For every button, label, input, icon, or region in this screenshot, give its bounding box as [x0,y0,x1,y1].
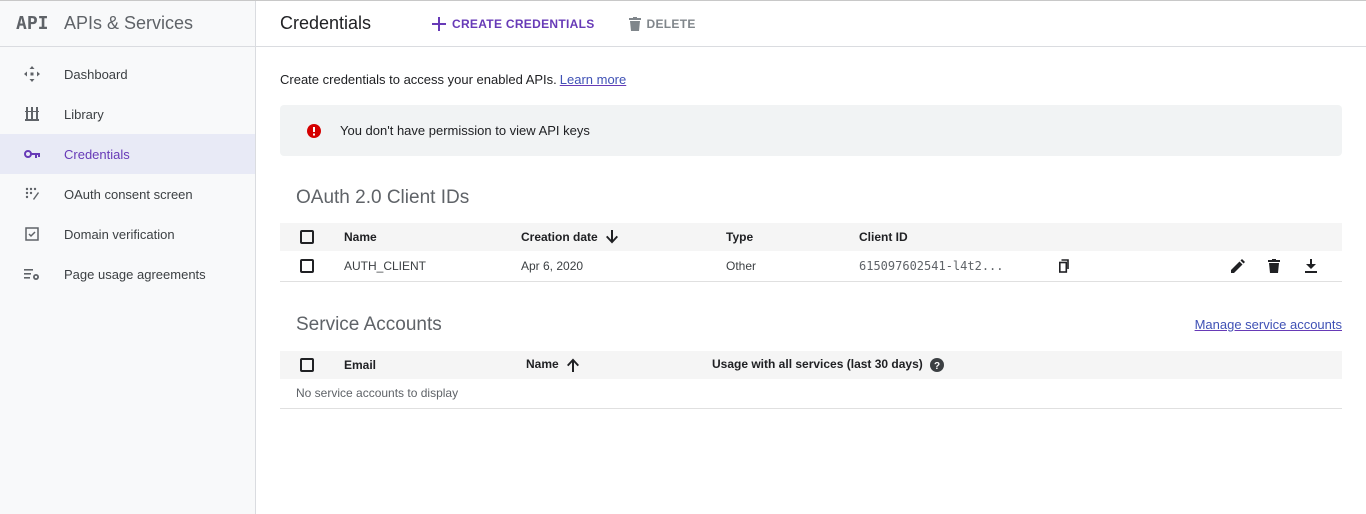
plus-icon [432,16,446,31]
column-name-header[interactable]: Name [344,223,521,251]
sidebar-item-page-usage[interactable]: Page usage agreements [0,254,255,294]
column-usage-header[interactable]: Usage with all services (last 30 days)? [712,350,1342,379]
oauth-section-title: OAuth 2.0 Client IDs [296,187,470,208]
service-accounts-table: Email Name Usage with all services (last… [280,350,1342,409]
sidebar-item-label: Credentials [64,146,130,162]
toolbar: Credentials CREATE CREDENTIALS DELETE [256,1,1366,47]
delete-label: DELETE [646,16,696,31]
column-email-label: Email [344,357,377,372]
create-credentials-label: CREATE CREDENTIALS [452,16,595,31]
settings-list-icon [0,267,64,281]
sidebar-item-label: Page usage agreements [64,266,206,282]
edit-icon[interactable] [1231,259,1246,274]
sidebar-item-credentials[interactable]: Credentials [0,134,255,174]
column-creation-date-label: Creation date [521,229,598,244]
copy-icon[interactable] [1059,259,1071,273]
error-icon [307,123,321,138]
dashboard-icon [0,66,64,82]
service-accounts-header: Service Accounts Manage service accounts [280,313,1342,337]
sidebar-item-label: Library [64,106,104,122]
domain-verification-icon [0,227,64,241]
sidebar-item-domain-verification[interactable]: Domain verification [0,214,255,254]
main-content: Credentials CREATE CREDENTIALS DELETE Cr… [256,1,1366,514]
column-email-header[interactable]: Email [344,350,526,379]
trash-icon [628,16,641,31]
learn-more-link[interactable]: Learn more [560,72,626,87]
client-type: Other [726,251,859,282]
sidebar-item-oauth-consent[interactable]: OAuth consent screen [0,174,255,214]
content-area: Create credentials to access your enable… [256,72,1366,409]
column-type-header[interactable]: Type [726,223,859,251]
column-name-label: Name [526,357,559,372]
column-usage-label: Usage with all services (last 30 days) [712,357,923,372]
product-title: APIs & Services [64,13,194,33]
client-id: 615097602541-l4t2... [859,251,1059,282]
help-icon[interactable]: ? [929,357,944,372]
sidebar-item-library[interactable]: Library [0,94,255,134]
brand-header: API APIs & Services [0,1,255,47]
column-client-id-label: Client ID [859,230,908,244]
alert-text: You don't have permission to view API ke… [340,123,590,138]
column-creation-date-header[interactable]: Creation date [521,223,726,251]
api-logo: API [16,13,49,34]
delete-button[interactable]: DELETE [628,16,696,31]
column-name-header[interactable]: Name [526,350,712,379]
oauth-table: Name Creation date Type Client ID AUTH_C… [280,223,1342,282]
column-client-id-header[interactable]: Client ID [859,223,1059,251]
library-icon [0,107,64,121]
intro-description: Create credentials to access your enable… [280,72,557,87]
sidebar-item-dashboard[interactable]: Dashboard [0,54,255,94]
delete-row-icon[interactable] [1267,259,1280,274]
sidebar-nav: Dashboard Library Credentials OAuth cons… [0,54,255,294]
permission-alert: You don't have permission to view API ke… [280,105,1342,156]
table-row[interactable]: AUTH_CLIENT Apr 6, 2020 Other 6150976025… [280,251,1342,282]
sidebar: API APIs & Services Dashboard Library Cr… [0,1,256,514]
oauth-table-header: Name Creation date Type Client ID [280,223,1342,251]
empty-state-text: No service accounts to display [280,378,1342,409]
select-all-checkbox[interactable] [300,357,314,372]
manage-service-accounts-link[interactable]: Manage service accounts [1195,317,1342,332]
service-accounts-table-header: Email Name Usage with all services (last… [280,350,1342,379]
arrow-down-icon [605,230,618,244]
empty-row: No service accounts to display [280,378,1342,409]
column-name-label: Name [344,230,377,244]
page-title: Credentials [280,13,372,33]
svg-text:?: ? [934,361,940,372]
intro-text: Create credentials to access your enable… [280,72,1342,87]
key-icon [0,149,64,159]
sidebar-item-label: Domain verification [64,226,175,242]
select-all-checkbox[interactable] [300,230,314,245]
sidebar-item-label: Dashboard [64,66,128,82]
service-accounts-title: Service Accounts [296,313,442,335]
column-type-label: Type [726,230,754,244]
client-name[interactable]: AUTH_CLIENT [344,251,521,282]
row-checkbox[interactable] [300,259,314,274]
creation-date: Apr 6, 2020 [521,251,726,282]
create-credentials-button[interactable]: CREATE CREDENTIALS [432,16,595,31]
sidebar-item-label: OAuth consent screen [64,186,193,202]
arrow-up-icon [566,358,579,372]
download-icon[interactable] [1304,259,1318,274]
consent-icon [0,187,64,201]
